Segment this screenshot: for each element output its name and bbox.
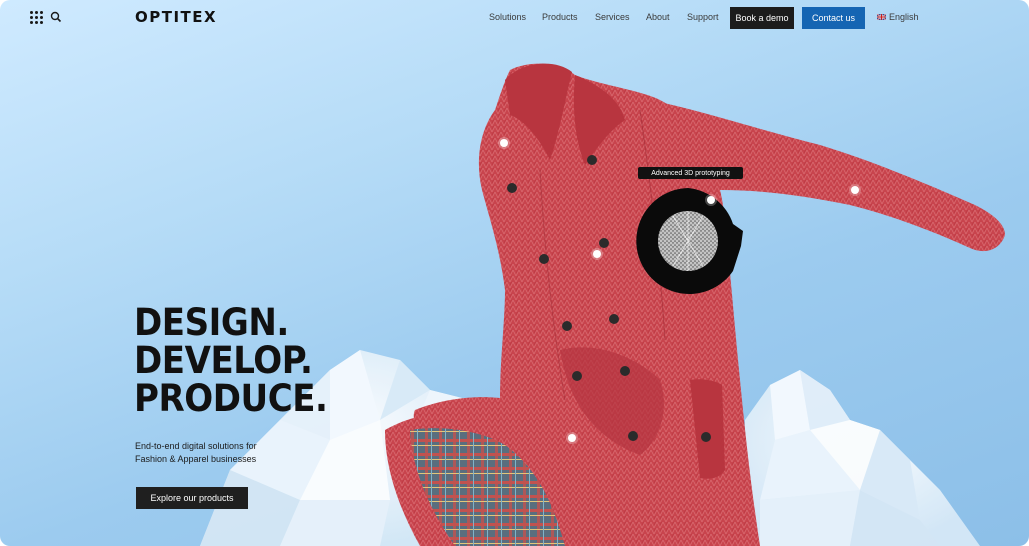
nav-solutions[interactable]: Solutions [489,12,526,22]
hotspot-sleeve[interactable] [851,186,859,194]
subtext-line-1: End-to-end digital solutions for [135,441,257,451]
headline-line-2: DEVELOP. [134,339,313,382]
page: Advanced 3D prototyping OPTITEX Solution… [0,0,1029,546]
hotspot-chest[interactable] [593,250,601,258]
hotspot-collar[interactable] [500,139,508,147]
red-coat [385,63,1005,546]
right-cloud [740,370,980,546]
optitex-logo[interactable]: OPTITEX [135,8,217,26]
nav-support[interactable]: Support [687,12,719,22]
language-label: English [889,12,919,22]
contact-us-button[interactable]: Contact us [802,7,865,29]
book-demo-button[interactable]: Book a demo [730,7,794,29]
hero-headline: DESIGN. DEVELOP. PRODUCE. [134,301,328,420]
subtext-line-2: Fashion & Apparel businesses [135,454,257,464]
hotspot-fabric[interactable] [707,196,715,204]
search-icon[interactable] [50,11,62,23]
hero-subtext: End-to-end digital solutions for Fashion… [135,440,295,466]
explore-products-button[interactable]: Explore our products [136,487,248,509]
headline-line-1: DESIGN. [134,301,289,344]
headline-line-3: PRODUCE. [134,377,328,420]
uk-flag-icon [877,14,886,20]
apps-grid-icon[interactable] [30,11,43,24]
hotspot-skirt[interactable] [568,434,576,442]
fabric-magnifier [636,188,743,294]
feature-tooltip: Advanced 3D prototyping [638,167,743,179]
nav-about[interactable]: About [646,12,670,22]
language-selector[interactable]: English [877,12,919,22]
site-header: OPTITEX Solutions Products Services Abou… [0,0,1029,36]
nav-products[interactable]: Products [542,12,578,22]
nav-services[interactable]: Services [595,12,630,22]
